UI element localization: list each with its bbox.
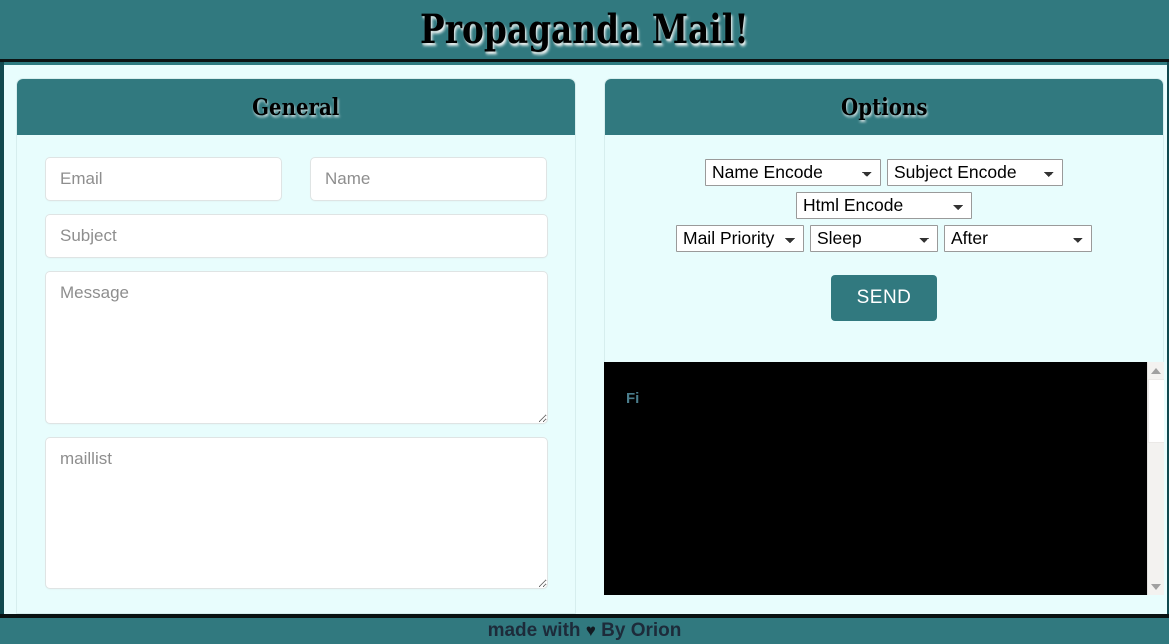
footer-suffix: By Orion [601, 620, 682, 641]
maillist-textarea[interactable] [45, 437, 548, 589]
delivery-row: Mail Priority Sleep After [676, 225, 1092, 252]
heart-icon: ♥ [585, 621, 596, 640]
footer-credit: made with ♥ By Orion [488, 618, 682, 642]
send-row: SEND [830, 258, 938, 321]
scrollbar-track[interactable] [1147, 379, 1164, 578]
name-input[interactable] [310, 157, 547, 201]
console-scrollbar[interactable] [1147, 362, 1164, 595]
html-encode-select[interactable]: Html Encode [796, 192, 972, 219]
email-input[interactable] [45, 157, 282, 201]
email-name-row [45, 157, 547, 201]
encode-row-2: Html Encode [796, 192, 972, 219]
footer-prefix: made with [487, 620, 581, 641]
send-button[interactable]: SEND [830, 275, 938, 321]
console-output-panel: Fi [604, 362, 1164, 595]
message-textarea[interactable] [45, 271, 548, 424]
subject-input[interactable] [45, 214, 548, 258]
after-select[interactable]: After [944, 225, 1092, 252]
scroll-down-button[interactable] [1147, 578, 1164, 595]
general-panel-title: General [252, 93, 340, 121]
general-panel-header: General [17, 79, 575, 135]
chevron-down-icon [1151, 583, 1161, 590]
options-panel-title: Options [840, 93, 928, 121]
sleep-select[interactable]: Sleep [810, 225, 938, 252]
app-window: Propaganda Mail! General Options [0, 0, 1169, 644]
main-content: General Options Name Encode [4, 65, 1167, 614]
encode-row-1: Name Encode Subject Encode [705, 159, 1063, 186]
general-panel-body [17, 135, 575, 589]
scrollbar-thumb[interactable] [1147, 379, 1164, 443]
app-footer: made with ♥ By Orion [0, 614, 1169, 644]
mail-priority-select[interactable]: Mail Priority [676, 225, 804, 252]
options-panel-header: Options [605, 79, 1163, 135]
options-panel: Options Name Encode Subject Encode Html … [604, 78, 1164, 363]
scroll-up-button[interactable] [1147, 362, 1164, 379]
name-encode-select[interactable]: Name Encode [705, 159, 881, 186]
left-edge-border [0, 62, 4, 614]
app-header: Propaganda Mail! [0, 0, 1169, 62]
chevron-up-icon [1151, 367, 1161, 374]
console-output-text: Fi [626, 390, 640, 407]
general-panel: General [16, 78, 576, 614]
options-controls: Name Encode Subject Encode Html Encode M… [605, 135, 1163, 321]
page-title: Propaganda Mail! [420, 6, 749, 53]
subject-encode-select[interactable]: Subject Encode [887, 159, 1063, 186]
